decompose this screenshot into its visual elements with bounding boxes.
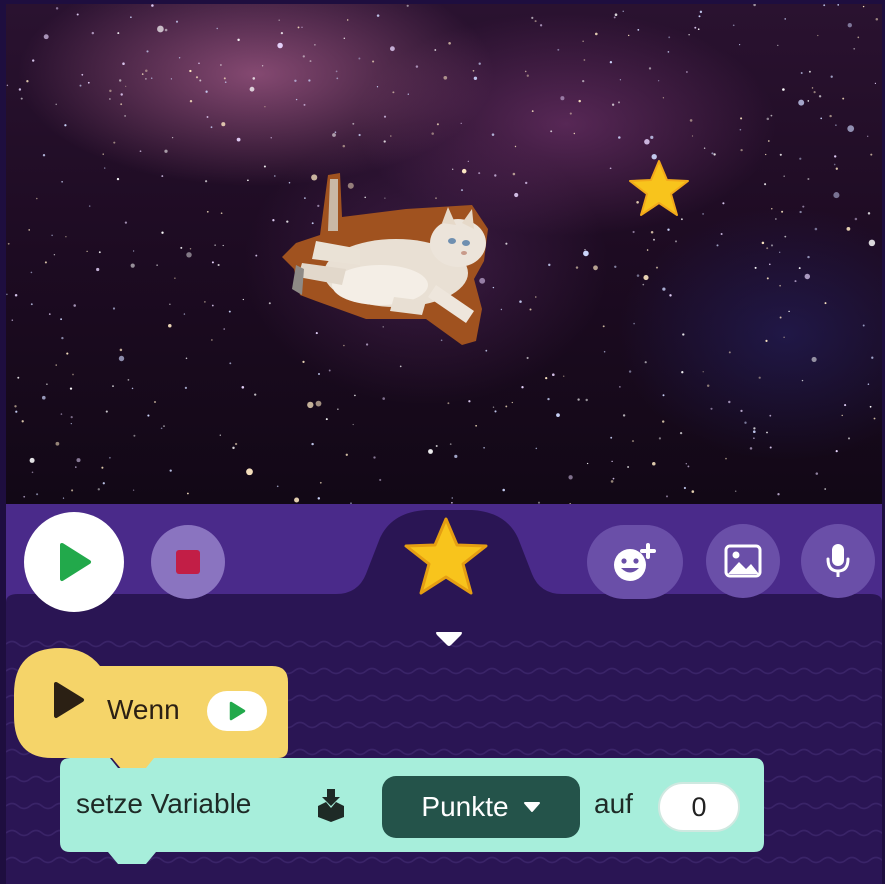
background-button[interactable] (706, 524, 780, 598)
to-label: auf (594, 788, 633, 819)
cat-sprite[interactable] (276, 169, 496, 349)
stage[interactable] (6, 4, 882, 504)
microphone-icon (826, 544, 850, 577)
set-variable-label: setze Variable (76, 788, 252, 819)
star-sprite[interactable] (628, 159, 690, 219)
toolbar (6, 504, 882, 620)
play-button[interactable] (24, 512, 124, 612)
chevron-down-icon (523, 802, 540, 812)
code-area[interactable]: Wenn setze Variable Punkte auf 0 (6, 620, 882, 884)
play-icon (229, 701, 246, 721)
stop-button[interactable] (151, 525, 225, 599)
add-sprite-button[interactable] (587, 525, 683, 599)
play-icon (60, 543, 91, 581)
variable-dropdown-value: Punkte (421, 791, 509, 822)
chevron-down-icon[interactable] (434, 628, 464, 648)
selected-sprite-star[interactable] (403, 516, 489, 598)
variable-dropdown[interactable]: Punkte (382, 776, 580, 838)
when-play-chip (207, 691, 267, 731)
value-input[interactable]: 0 (658, 782, 740, 832)
stop-icon (176, 550, 200, 574)
add-sprite-icon (614, 543, 656, 581)
when-block-label: Wenn (107, 694, 180, 725)
variable-icon (318, 789, 344, 822)
sound-button[interactable] (801, 524, 875, 598)
image-icon (724, 544, 762, 578)
